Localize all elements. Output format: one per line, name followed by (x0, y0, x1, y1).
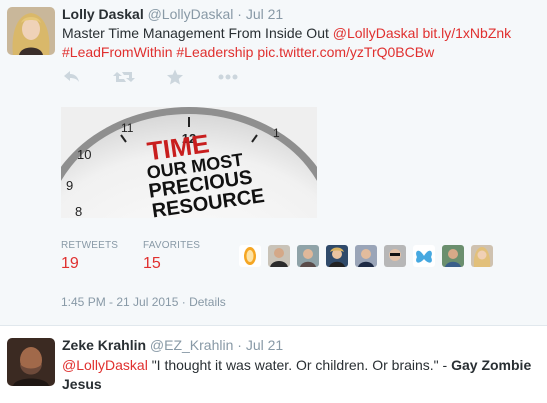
tweet-media-image[interactable]: 12 11 10 9 8 1 TIME OUR MOST PRECIOUS RE… (61, 107, 317, 218)
favoriter-avatar[interactable] (384, 245, 406, 267)
reply-tweet: Zeke Krahlin @EZ_Krahlin · Jul 21 @Lolly… (0, 326, 547, 403)
favoriter-avatar[interactable] (268, 245, 290, 267)
separator-dot: · (237, 6, 242, 22)
retweets-label[interactable]: RETWEETS (61, 240, 118, 251)
author-handle[interactable]: @LollyDaskal (148, 6, 234, 22)
favorites-label[interactable]: FAVORITES (143, 240, 200, 251)
reply-separator-dot: · (237, 337, 242, 353)
favoriter-avatar[interactable] (471, 245, 493, 267)
reply-bold-text: Gay Zombie (451, 357, 532, 373)
clock-number-10: 10 (77, 147, 91, 162)
favorite-icon (167, 69, 183, 85)
url-link[interactable]: bit.ly/1xNbZnk (422, 25, 511, 41)
favoriter-avatar[interactable] (239, 245, 261, 267)
tweet-stats: RETWEETS 19 FAVORITES 15 (61, 232, 541, 282)
reply-body: "I thought it was water. Or children. Or… (147, 357, 452, 373)
reply-icon (64, 71, 79, 82)
tweet-meta: 1:45 PM - 21 Jul 2015 · Details (61, 295, 226, 309)
pic-link[interactable]: pic.twitter.com/yzTrQ0BCBw (257, 44, 434, 60)
clock-number-8: 8 (75, 204, 82, 218)
reply-author-handle[interactable]: @EZ_Krahlin (150, 337, 233, 353)
retweets-count[interactable]: 19 (61, 255, 79, 273)
details-link[interactable]: Details (189, 295, 226, 309)
clock-number-1: 1 (273, 126, 280, 140)
retweet-icon (113, 72, 135, 82)
reply-author-avatar[interactable] (7, 338, 55, 386)
main-tweet: Lolly Daskal @LollyDaskal · Jul 21 Maste… (0, 0, 547, 326)
favorite-button[interactable] (166, 69, 188, 89)
tweet-body: Master Time Management From Inside Out (62, 25, 333, 41)
tweet-text: Master Time Management From Inside Out @… (62, 24, 532, 62)
reply-mention-link[interactable]: @LollyDaskal (62, 357, 148, 373)
favoriter-avatar[interactable] (297, 245, 319, 267)
author-avatar[interactable] (7, 7, 55, 55)
favoriter-avatar[interactable] (442, 245, 464, 267)
more-icon (218, 74, 238, 80)
reply-button[interactable] (63, 69, 85, 89)
favoriter-avatar[interactable] (355, 245, 377, 267)
author-name[interactable]: Lolly Daskal (62, 6, 144, 22)
favorites-count[interactable]: 15 (143, 255, 161, 273)
reply-date[interactable]: Jul 21 (246, 337, 283, 353)
hashtag-lead-from-within[interactable]: #LeadFromWithin (62, 44, 173, 60)
mention-link[interactable]: @LollyDaskal (333, 25, 419, 41)
reply-author-name[interactable]: Zeke Krahlin (62, 337, 146, 353)
favoriter-avatar[interactable] (413, 245, 435, 267)
reply-text: @LollyDaskal "I thought it was water. Or… (62, 356, 540, 394)
clock-number-11: 11 (121, 121, 134, 135)
hashtag-leadership[interactable]: #Leadership (176, 44, 253, 60)
retweet-button[interactable] (113, 69, 135, 89)
clock-number-9: 9 (66, 178, 73, 193)
reply-bold-text-continued: Jesus (62, 376, 102, 392)
tweet-timestamp[interactable]: 1:45 PM - 21 Jul 2015 (61, 295, 178, 309)
meta-separator: · (181, 295, 186, 309)
favoriter-avatar[interactable] (326, 245, 348, 267)
tweet-date[interactable]: Jul 21 (246, 6, 283, 22)
more-button[interactable] (217, 69, 239, 89)
